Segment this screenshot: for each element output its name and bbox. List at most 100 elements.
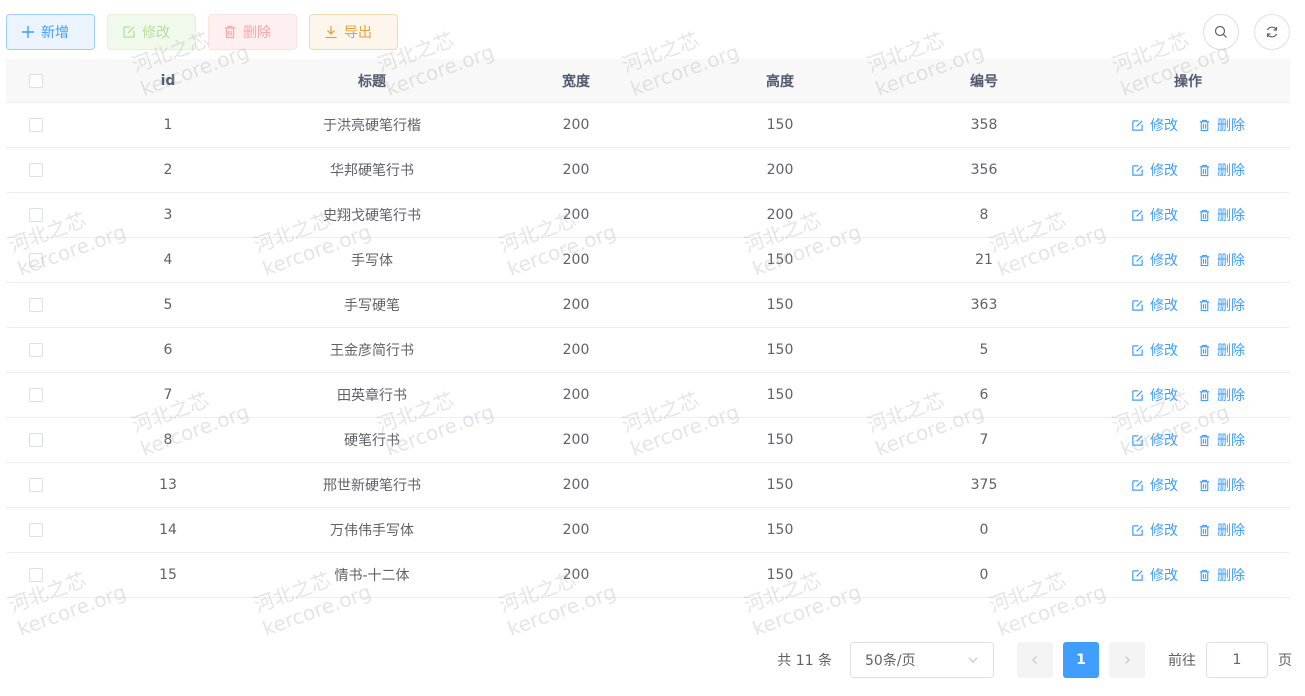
row-edit-button[interactable]: 修改 bbox=[1131, 250, 1178, 270]
row-delete-button[interactable]: 删除 bbox=[1198, 475, 1245, 495]
row-checkbox[interactable] bbox=[29, 523, 43, 537]
row-edit-label: 修改 bbox=[1150, 298, 1178, 314]
row-delete-label: 删除 bbox=[1217, 568, 1245, 584]
row-checkbox[interactable] bbox=[29, 433, 43, 447]
row-checkbox[interactable] bbox=[29, 208, 43, 222]
edit-icon bbox=[1132, 524, 1143, 536]
row-edit-button[interactable]: 修改 bbox=[1131, 430, 1178, 450]
cell-width: 200 bbox=[562, 477, 590, 493]
row-edit-label: 修改 bbox=[1150, 433, 1178, 449]
cell-title: 手写硬笔 bbox=[344, 298, 400, 314]
row-delete-button[interactable]: 删除 bbox=[1198, 250, 1245, 270]
cell-code: 0 bbox=[979, 522, 989, 538]
header-id: id bbox=[160, 72, 176, 89]
row-delete-button[interactable]: 删除 bbox=[1198, 295, 1245, 315]
cell-code: 6 bbox=[979, 387, 989, 403]
trash-icon bbox=[225, 25, 235, 39]
header-checkbox-cell bbox=[6, 73, 66, 88]
cell-height: 150 bbox=[766, 522, 794, 538]
cell-code: 375 bbox=[970, 477, 998, 493]
row-checkbox[interactable] bbox=[29, 163, 43, 177]
cell-title: 华邦硬笔行书 bbox=[330, 163, 414, 179]
goto-page-input[interactable]: 1 bbox=[1206, 642, 1268, 678]
cell-id: 1 bbox=[163, 117, 173, 133]
row-edit-button[interactable]: 修改 bbox=[1131, 475, 1178, 495]
row-edit-button[interactable]: 修改 bbox=[1131, 205, 1178, 225]
row-checkbox[interactable] bbox=[29, 298, 43, 312]
cell-height: 200 bbox=[766, 162, 794, 178]
row-edit-button[interactable]: 修改 bbox=[1131, 385, 1178, 405]
cell-height: 200 bbox=[766, 207, 794, 223]
cell-ops: 修改 删除 bbox=[1086, 340, 1290, 360]
row-checkbox-cell bbox=[6, 478, 66, 492]
row-delete-button[interactable]: 删除 bbox=[1198, 430, 1245, 450]
cell-code: 0 bbox=[979, 567, 989, 583]
add-button[interactable]: 新增 bbox=[6, 14, 95, 50]
row-delete-button[interactable]: 删除 bbox=[1198, 160, 1245, 180]
row-delete-button[interactable]: 删除 bbox=[1198, 520, 1245, 540]
row-checkbox[interactable] bbox=[29, 388, 43, 402]
page-number-1[interactable]: 1 bbox=[1063, 642, 1099, 678]
row-delete-button[interactable]: 删除 bbox=[1198, 385, 1245, 405]
refresh-button[interactable] bbox=[1254, 14, 1290, 50]
cell-ops: 修改 删除 bbox=[1086, 565, 1290, 585]
table-row: 3 史翔戈硬笔行书 200 200 8 修改 删除 bbox=[6, 193, 1290, 238]
row-delete-button[interactable]: 删除 bbox=[1198, 340, 1245, 360]
header-code: 编号 bbox=[970, 73, 998, 90]
next-page-button[interactable] bbox=[1109, 642, 1145, 678]
cell-id: 6 bbox=[163, 342, 173, 358]
download-icon bbox=[325, 26, 337, 39]
row-delete-button[interactable]: 删除 bbox=[1198, 115, 1245, 135]
row-checkbox-cell bbox=[6, 568, 66, 582]
row-delete-label: 删除 bbox=[1217, 163, 1245, 179]
table-row: 4 手写体 200 150 21 修改 删除 bbox=[6, 238, 1290, 283]
select-all-checkbox[interactable] bbox=[29, 73, 43, 88]
table-row: 2 华邦硬笔行书 200 200 356 修改 删除 bbox=[6, 148, 1290, 193]
cell-code: 21 bbox=[975, 252, 993, 268]
refresh-icon bbox=[1266, 26, 1278, 38]
row-delete-label: 删除 bbox=[1217, 523, 1245, 539]
table-header: id 标题 宽度 高度 编号 操作 bbox=[6, 59, 1290, 103]
page-jumper: 前往 1 页 bbox=[1168, 642, 1292, 678]
cell-title: 硬笔行书 bbox=[344, 433, 400, 449]
page-size-value: 50条/页 bbox=[865, 653, 916, 669]
row-edit-button[interactable]: 修改 bbox=[1131, 520, 1178, 540]
cell-title: 王金彦简行书 bbox=[330, 343, 414, 359]
toolbar: 新增 修改 删除 导出 bbox=[6, 14, 398, 50]
row-edit-button[interactable]: 修改 bbox=[1131, 115, 1178, 135]
prev-page-button[interactable] bbox=[1017, 642, 1053, 678]
page-size-select[interactable]: 50条/页 bbox=[850, 642, 994, 678]
row-checkbox-cell bbox=[6, 433, 66, 447]
row-edit-button[interactable]: 修改 bbox=[1131, 295, 1178, 315]
cell-title: 田英章行书 bbox=[337, 388, 407, 404]
row-checkbox[interactable] bbox=[29, 478, 43, 492]
row-checkbox[interactable] bbox=[29, 118, 43, 132]
row-checkbox[interactable] bbox=[29, 343, 43, 357]
cell-height: 150 bbox=[766, 567, 794, 583]
row-edit-button[interactable]: 修改 bbox=[1131, 340, 1178, 360]
row-delete-label: 删除 bbox=[1217, 388, 1245, 404]
delete-button[interactable]: 删除 bbox=[208, 14, 297, 50]
edit-icon bbox=[1132, 434, 1143, 446]
export-button[interactable]: 导出 bbox=[309, 14, 398, 50]
row-delete-button[interactable]: 删除 bbox=[1198, 205, 1245, 225]
row-checkbox[interactable] bbox=[29, 568, 43, 582]
edit-button-label: 修改 bbox=[142, 25, 170, 41]
row-edit-label: 修改 bbox=[1150, 478, 1178, 494]
search-toggle-button[interactable] bbox=[1203, 14, 1239, 50]
row-edit-button[interactable]: 修改 bbox=[1131, 565, 1178, 585]
row-delete-label: 删除 bbox=[1217, 298, 1245, 314]
edit-button[interactable]: 修改 bbox=[107, 14, 196, 50]
row-checkbox-cell bbox=[6, 118, 66, 132]
edit-icon bbox=[1132, 119, 1143, 131]
row-checkbox[interactable] bbox=[29, 253, 43, 267]
cell-id: 15 bbox=[159, 567, 177, 583]
row-delete-button[interactable]: 删除 bbox=[1198, 565, 1245, 585]
table-row: 6 王金彦简行书 200 150 5 修改 删除 bbox=[6, 328, 1290, 373]
row-edit-label: 修改 bbox=[1150, 388, 1178, 404]
chevron-right-icon bbox=[1125, 656, 1130, 664]
cell-code: 363 bbox=[970, 297, 998, 313]
cell-width: 200 bbox=[562, 252, 590, 268]
row-edit-button[interactable]: 修改 bbox=[1131, 160, 1178, 180]
edit-icon bbox=[1132, 164, 1143, 176]
